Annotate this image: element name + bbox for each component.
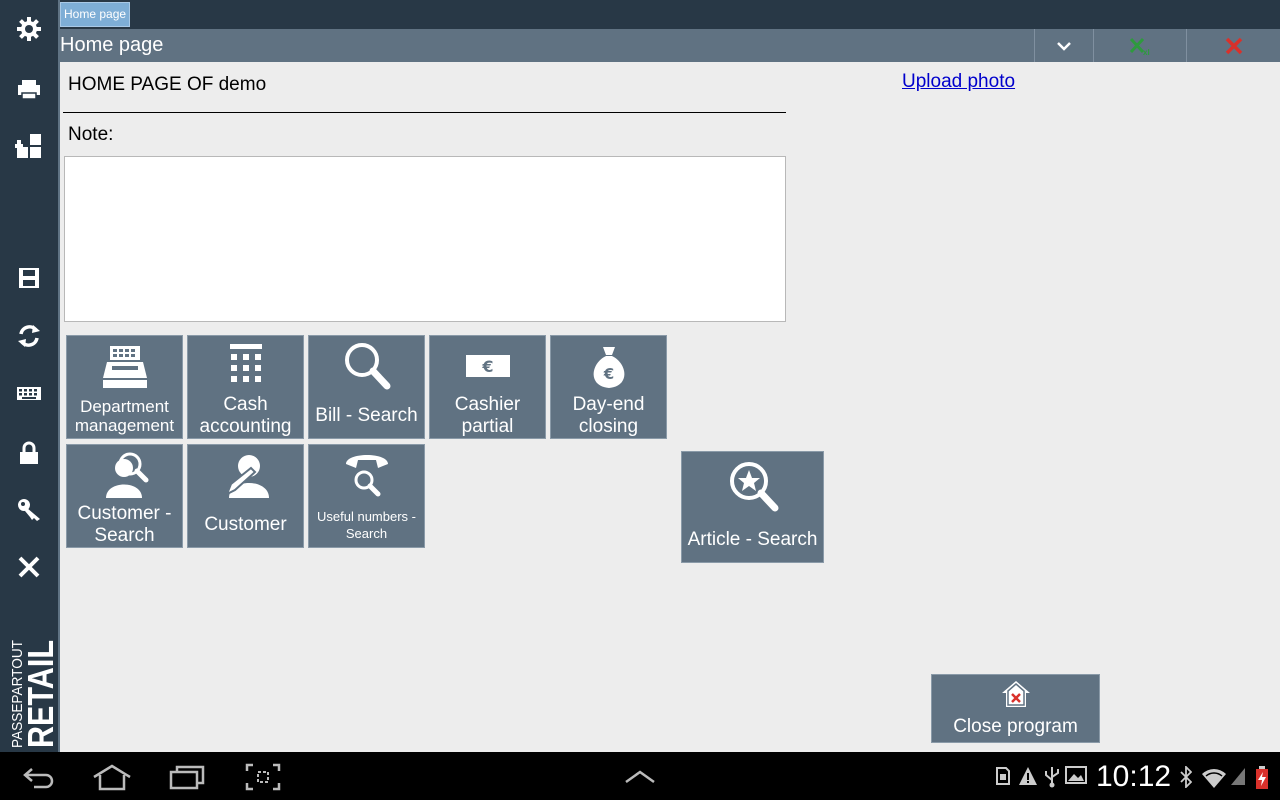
close-page-button[interactable]: [1186, 29, 1280, 62]
add-dashboard-button[interactable]: [0, 121, 58, 171]
svg-text:€: €: [481, 357, 493, 376]
tile-customer[interactable]: Customer: [187, 444, 304, 548]
home-close-icon: [1001, 681, 1030, 707]
tile-day-end-closing[interactable]: € Day-end closing: [550, 335, 667, 439]
main-content: HOME PAGE OF demo Note: Upload photo Dep…: [60, 62, 1280, 752]
customer-search-icon: [105, 452, 148, 498]
tile-label: Day-end closing: [572, 394, 645, 437]
phone-search-icon: [345, 455, 388, 497]
export-excel-button[interactable]: xl: [1093, 29, 1186, 62]
keyboard-icon: [17, 387, 41, 400]
tile-label: Customer - Search: [77, 503, 172, 546]
keyboard-button[interactable]: [0, 368, 58, 418]
home-icon: [93, 764, 131, 791]
chevron-down-icon: [1057, 41, 1071, 51]
tile-label: Cash accounting: [199, 394, 292, 437]
close-icon: [18, 556, 40, 578]
customer-edit-icon: [224, 455, 269, 498]
money-bag-icon: €: [593, 347, 624, 388]
sidebar: PASSEPARTOUT RETAIL: [0, 0, 61, 752]
brand-bottom-text: RETAIL: [20, 640, 56, 748]
star-search-icon: [729, 462, 778, 512]
usb-icon: [1045, 767, 1059, 788]
gear-icon: [17, 17, 41, 41]
upload-photo-link[interactable]: Upload photo: [902, 71, 1015, 93]
screenshot-icon: [245, 763, 281, 791]
lock-icon: [20, 441, 38, 464]
clock: 10:12: [1096, 760, 1172, 793]
magnifier-icon: [344, 343, 390, 390]
tile-close-program[interactable]: Close program: [931, 674, 1100, 743]
warning-icon: [1019, 767, 1037, 785]
tile-label: Useful numbers - Search: [317, 509, 416, 541]
chevron-up-icon: [625, 770, 655, 784]
tile-useful-numbers-search[interactable]: Useful numbers - Search: [308, 444, 425, 548]
tile-label: Article - Search: [687, 529, 818, 550]
screenshot-button[interactable]: [244, 760, 282, 794]
tab-home-page[interactable]: Home page: [60, 2, 131, 27]
add-dashboard-icon: [15, 134, 41, 158]
euro-banknote-icon: €: [465, 355, 510, 377]
title-bar: Home page xl: [60, 29, 1280, 62]
recent-apps-icon: [169, 765, 205, 790]
svg-text:€: €: [602, 365, 613, 383]
print-button[interactable]: [0, 64, 58, 114]
tile-cash-accounting[interactable]: Cash accounting: [187, 335, 304, 439]
excel-export-icon: xl: [1129, 37, 1150, 56]
tile-article-search[interactable]: Article - Search: [681, 451, 824, 563]
gallery-icon: [1065, 766, 1087, 784]
back-button[interactable]: [20, 760, 58, 794]
heading-divider: [63, 112, 786, 113]
key-button[interactable]: [0, 484, 58, 534]
tile-department-management[interactable]: Department management: [66, 335, 183, 439]
home-heading: HOME PAGE OF demo: [68, 74, 267, 95]
tile-label: Close program: [953, 715, 1078, 737]
page-title: Home page: [60, 34, 164, 56]
lock-button[interactable]: [0, 428, 58, 478]
note-label: Note:: [68, 124, 114, 145]
wifi-icon: [1202, 769, 1226, 788]
exit-button[interactable]: [0, 542, 58, 592]
refresh-icon: [18, 325, 40, 347]
printer-icon: [18, 80, 40, 100]
refresh-button[interactable]: [0, 311, 58, 361]
brand-logo: PASSEPARTOUT RETAIL: [2, 638, 61, 750]
save-icon: [19, 268, 39, 288]
close-icon: [1225, 37, 1242, 54]
tile-label: Bill - Search: [315, 405, 418, 426]
tile-bill-search[interactable]: Bill - Search: [308, 335, 425, 439]
tile-customer-search[interactable]: Customer - Search: [66, 444, 183, 548]
tile-label: Customer: [204, 514, 287, 535]
calculator-icon: [229, 344, 262, 382]
system-nav-bar: 10:12: [0, 752, 1280, 800]
dropdown-button[interactable]: [1034, 29, 1093, 62]
bluetooth-icon: [1180, 766, 1192, 788]
tile-label: Department management: [74, 397, 175, 435]
save-button[interactable]: [0, 253, 58, 303]
app-drawer-button[interactable]: [620, 760, 660, 794]
back-icon: [23, 768, 54, 789]
settings-button[interactable]: [0, 4, 58, 54]
tab-bar: Home page: [60, 0, 1280, 29]
svg-text:xl: xl: [1143, 48, 1150, 56]
recent-apps-button[interactable]: [168, 760, 206, 794]
cash-register-icon: [102, 346, 147, 388]
sd-card-icon: [996, 767, 1010, 785]
battery-charging-icon: [1256, 766, 1268, 789]
home-button[interactable]: [90, 760, 134, 794]
key-icon: [18, 499, 40, 521]
tile-cashier-partial[interactable]: € Cashier partial: [429, 335, 546, 439]
signal-icon: [1231, 768, 1245, 785]
tile-label: Cashier partial: [454, 394, 521, 437]
note-textarea[interactable]: [64, 156, 786, 322]
